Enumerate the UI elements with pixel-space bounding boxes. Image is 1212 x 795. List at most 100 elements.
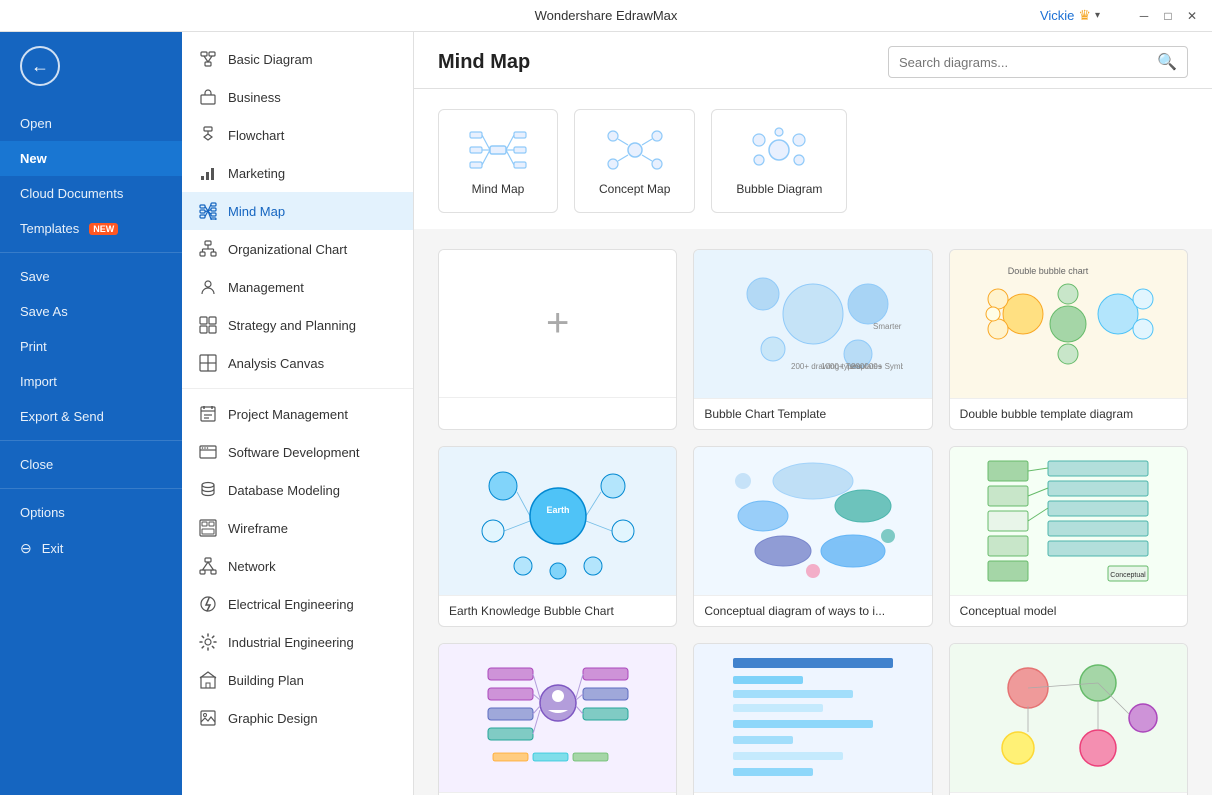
new-template-icon: + xyxy=(439,250,676,398)
cat-item-marketing[interactable]: Marketing xyxy=(182,154,413,192)
cat-label-graphic: Graphic Design xyxy=(228,711,318,726)
flowchart-icon xyxy=(198,125,218,145)
template-card-conceptual-ways[interactable]: Conceptual diagram of ways to i... xyxy=(693,446,932,627)
cat-item-flowchart[interactable]: Flowchart xyxy=(182,116,413,154)
exit-icon: ⊖ xyxy=(20,540,32,557)
sidebar-label-save: Save xyxy=(20,269,50,284)
cat-item-graphic[interactable]: Graphic Design xyxy=(182,699,413,737)
cat-item-database[interactable]: Database Modeling xyxy=(182,471,413,509)
industrial-icon xyxy=(198,632,218,652)
cat-item-business[interactable]: Business xyxy=(182,78,413,116)
title-bar: Wondershare EdrawMax Vickie ♛ ▾ ─ □ ✕ xyxy=(0,0,1212,32)
template-card-mindmap2[interactable] xyxy=(693,643,932,795)
mindmap2-img xyxy=(694,644,931,792)
bubble-chart-img: 200+ drawing types 1000+ Templates 20000… xyxy=(694,250,931,398)
strategy-icon xyxy=(198,315,218,335)
conceptual-ways-label: Conceptual diagram of ways to i... xyxy=(694,595,931,626)
double-bubble-img: Double bubble chart xyxy=(950,250,1187,398)
sidebar-label-import: Import xyxy=(20,374,57,389)
graphic-icon xyxy=(198,708,218,728)
network-icon xyxy=(198,556,218,576)
svg-text:Double bubble chart: Double bubble chart xyxy=(1008,266,1089,276)
sidebar-item-cloud[interactable]: Cloud Documents xyxy=(0,176,182,211)
sidebar-item-close[interactable]: Close xyxy=(0,447,182,482)
sidebar-item-save[interactable]: Save xyxy=(0,259,182,294)
sidebar-label-new: New xyxy=(20,151,47,166)
cat-item-electrical[interactable]: Electrical Engineering xyxy=(182,585,413,623)
cat-label-wireframe: Wireframe xyxy=(228,521,288,536)
earth-knowledge-img: Earth xyxy=(439,447,676,595)
cat-item-wireframe[interactable]: Wireframe xyxy=(182,509,413,547)
mindmap-icon xyxy=(198,201,218,221)
marketing-icon xyxy=(198,163,218,183)
sidebar-label-cloud: Cloud Documents xyxy=(20,186,123,201)
sidebar-item-options[interactable]: Options xyxy=(0,495,182,530)
sidebar-label-templates: Templates xyxy=(20,221,79,236)
app-body: ← Open New Cloud Documents Templates NEW… xyxy=(0,32,1212,795)
cat-label-database: Database Modeling xyxy=(228,483,340,498)
project-icon xyxy=(198,404,218,424)
cat-item-building[interactable]: Building Plan xyxy=(182,661,413,699)
cat-divider xyxy=(182,388,413,389)
new-badge: NEW xyxy=(89,223,118,235)
sidebar-item-export[interactable]: Export & Send xyxy=(0,399,182,434)
template-card-earth-knowledge[interactable]: Earth xyxy=(438,446,677,627)
sidebar: ← Open New Cloud Documents Templates NEW… xyxy=(0,32,182,795)
template-card-bubble-chart[interactable]: 200+ drawing types 1000+ Templates 20000… xyxy=(693,249,932,430)
diagram-type-conceptmap[interactable]: Concept Map xyxy=(574,109,695,213)
conceptual-model-img: Conceptual xyxy=(950,447,1187,595)
template-card-conceptual-model[interactable]: Conceptual Conceptual model xyxy=(949,446,1188,627)
diagram-type-mindmap[interactable]: Mind Map xyxy=(438,109,558,213)
sidebar-item-new[interactable]: New xyxy=(0,141,182,176)
bubble-type-icon xyxy=(749,126,809,174)
diagram-type-bubble[interactable]: Bubble Diagram xyxy=(711,109,847,213)
svg-text:Earth: Earth xyxy=(546,505,569,515)
cat-item-industrial[interactable]: Industrial Engineering xyxy=(182,623,413,661)
cat-item-software[interactable]: Software Development xyxy=(182,433,413,471)
sidebar-item-exit[interactable]: ⊖ Exit xyxy=(0,530,182,567)
template-card-be-good-teacher[interactable]: Be A Good Teacher xyxy=(438,643,677,795)
user-area[interactable]: Vickie ♛ ▾ xyxy=(1040,7,1100,24)
conceptmap-type-icon xyxy=(605,126,665,174)
cat-item-network[interactable]: Network xyxy=(182,547,413,585)
username: Vickie xyxy=(1040,8,1074,23)
cat-item-basic[interactable]: Basic Diagram xyxy=(182,40,413,78)
cat-item-orgchart[interactable]: Organizational Chart xyxy=(182,230,413,268)
template-card-fruits[interactable]: 🍎 🍊 🍋 🍓 🍇 xyxy=(949,643,1188,795)
cat-item-analysis[interactable]: Analysis Canvas xyxy=(182,344,413,382)
cat-label-business: Business xyxy=(228,90,281,105)
close-button[interactable]: ✕ xyxy=(1184,8,1200,24)
sidebar-divider-3 xyxy=(0,488,182,489)
wireframe-icon xyxy=(198,518,218,538)
sidebar-item-import[interactable]: Import xyxy=(0,364,182,399)
diagram-type-conceptmap-label: Concept Map xyxy=(599,182,670,196)
business-icon xyxy=(198,87,218,107)
sidebar-item-print[interactable]: Print xyxy=(0,329,182,364)
app-title: Wondershare EdrawMax xyxy=(535,8,678,23)
sidebar-item-open[interactable]: Open xyxy=(0,106,182,141)
window-controls: ─ □ ✕ xyxy=(1136,8,1200,24)
diagram-type-mindmap-label: Mind Map xyxy=(472,182,525,196)
user-dropdown-icon[interactable]: ▾ xyxy=(1095,10,1100,21)
cat-label-network: Network xyxy=(228,559,276,574)
cat-item-project[interactable]: Project Management xyxy=(182,395,413,433)
cat-item-mindmap[interactable]: Mind Map xyxy=(182,192,413,230)
search-bar[interactable]: 🔍 xyxy=(888,46,1188,78)
template-card-new[interactable]: + xyxy=(438,249,677,430)
maximize-button[interactable]: □ xyxy=(1160,8,1176,24)
be-good-teacher-img xyxy=(439,644,676,792)
minimize-button[interactable]: ─ xyxy=(1136,8,1152,24)
back-button[interactable]: ← xyxy=(20,46,60,86)
sidebar-label-close: Close xyxy=(20,457,53,472)
cat-label-marketing: Marketing xyxy=(228,166,285,181)
cat-item-strategy[interactable]: Strategy and Planning xyxy=(182,306,413,344)
cat-label-software: Software Development xyxy=(228,445,360,460)
mindmap-type-icon xyxy=(468,126,528,174)
template-card-double-bubble[interactable]: Double bubble chart xyxy=(949,249,1188,430)
sidebar-item-save-as[interactable]: Save As xyxy=(0,294,182,329)
sidebar-item-templates[interactable]: Templates NEW xyxy=(0,211,182,246)
cat-item-management[interactable]: Management xyxy=(182,268,413,306)
sidebar-label-save-as: Save As xyxy=(20,304,68,319)
cat-label-analysis: Analysis Canvas xyxy=(228,356,324,371)
search-input[interactable] xyxy=(899,55,1157,70)
